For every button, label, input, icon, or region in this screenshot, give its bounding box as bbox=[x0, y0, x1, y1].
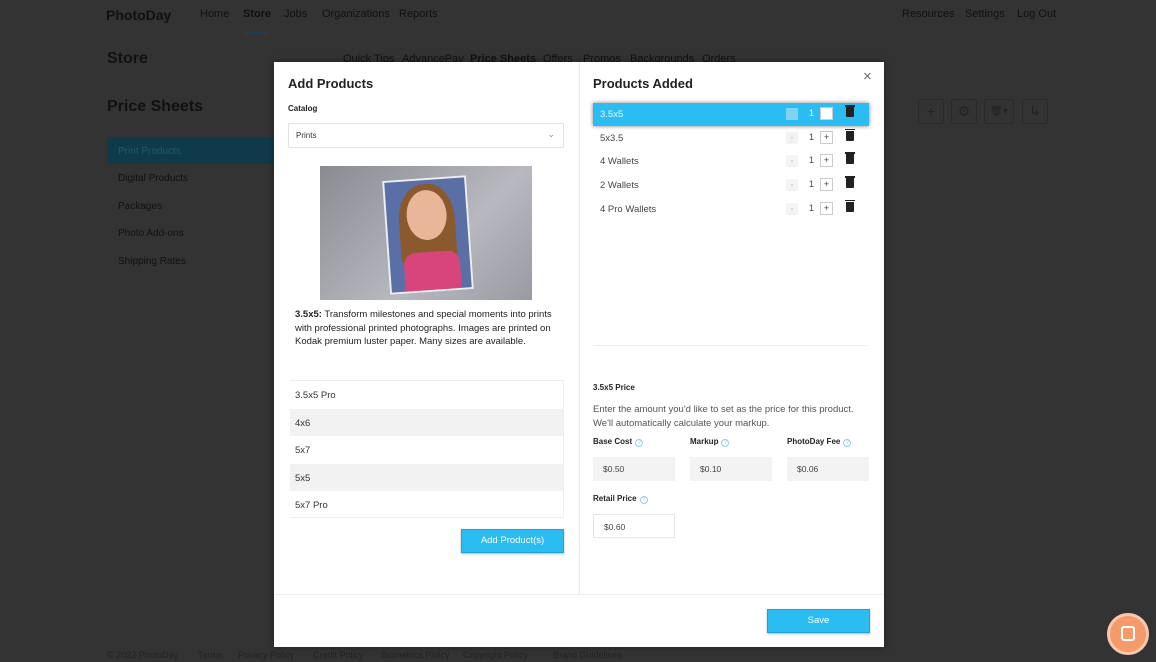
footer-copyright: © 2022 PhotoDay bbox=[107, 650, 179, 660]
catalog-label: Catalog bbox=[288, 104, 318, 113]
nav-reports[interactable]: Reports bbox=[399, 8, 438, 20]
list-item[interactable]: 5x5 bbox=[290, 463, 563, 491]
add-products-title: Add Products bbox=[288, 76, 374, 91]
footer-privacy[interactable]: Privacy Policy bbox=[238, 650, 294, 660]
chevron-down-icon: ⌄ bbox=[547, 129, 555, 139]
add-products-modal: Add Products Catalog Prints ⌄ 3.5x5: Tra… bbox=[274, 62, 884, 647]
nav-settings[interactable]: Settings bbox=[965, 8, 1005, 20]
increment-button[interactable]: + bbox=[820, 178, 833, 192]
section-title: Price Sheets bbox=[107, 98, 204, 115]
markup-label: Markup bbox=[690, 437, 719, 446]
nav-logout[interactable]: Log Out bbox=[1017, 8, 1056, 20]
trash-icon[interactable] bbox=[845, 199, 855, 212]
save-button[interactable]: Save bbox=[767, 609, 870, 633]
logo[interactable]: PhotoDay bbox=[106, 7, 171, 23]
decrement-button[interactable]: - bbox=[786, 202, 798, 215]
product-description: 3.5x5: Transform milestones and special … bbox=[295, 309, 552, 347]
sidebar-item-packages[interactable]: Packages bbox=[107, 192, 273, 219]
add-products-button[interactable]: Add Product(s) bbox=[461, 529, 564, 553]
decrement-button[interactable]: - bbox=[786, 108, 798, 120]
added-product-row[interactable]: 5x3.5 -1 + bbox=[593, 127, 869, 150]
trash-icon: 🗑▾ bbox=[990, 106, 1008, 117]
list-item[interactable]: 5x7 Pro bbox=[290, 491, 563, 519]
help-icon[interactable]: ? bbox=[639, 496, 648, 504]
sidebar-item-photo-add-ons[interactable]: Photo Add-ons bbox=[107, 219, 273, 246]
trash-icon[interactable] bbox=[845, 105, 855, 117]
sidebar-item-print-products[interactable]: Print Products bbox=[107, 137, 273, 164]
product-name: 5x3.5 bbox=[600, 132, 624, 144]
chat-icon bbox=[1121, 626, 1135, 641]
page-title: Store bbox=[107, 50, 148, 67]
quantity: 1 bbox=[809, 179, 815, 190]
product-name: 4 Wallets bbox=[600, 156, 639, 168]
nav-home[interactable]: Home bbox=[200, 8, 229, 20]
help-icon[interactable]: ? bbox=[721, 439, 730, 447]
chat-launcher[interactable] bbox=[1107, 613, 1149, 655]
nav-organizations[interactable]: Organizations bbox=[322, 8, 390, 20]
help-icon[interactable]: ? bbox=[843, 439, 852, 447]
product-image bbox=[320, 166, 532, 300]
divider bbox=[593, 345, 867, 346]
settings-button[interactable]: ⚙ bbox=[951, 99, 977, 124]
increment-button[interactable]: + bbox=[820, 107, 833, 120]
quantity: 1 bbox=[809, 131, 815, 142]
list-item[interactable]: 5x7 bbox=[290, 436, 563, 464]
increment-button[interactable]: + bbox=[820, 154, 833, 168]
base-cost-label: Base Cost bbox=[593, 437, 633, 446]
increment-button[interactable]: + bbox=[820, 201, 833, 215]
export-icon: ↳ bbox=[1029, 103, 1041, 119]
price-title: 3.5x5 Price bbox=[593, 383, 635, 392]
decrement-button[interactable]: - bbox=[786, 131, 798, 144]
product-list[interactable]: 3.5x5 Pro 4x6 5x7 5x5 5x7 Pro bbox=[290, 380, 564, 518]
trash-icon[interactable] bbox=[845, 128, 855, 141]
active-underline bbox=[245, 32, 267, 34]
added-product-row[interactable]: 4 Wallets -1 + bbox=[593, 150, 869, 173]
product-name: 4 Pro Wallets bbox=[600, 203, 657, 215]
catalog-value: Prints bbox=[296, 131, 317, 140]
footer-brand[interactable]: Brand Guidelines bbox=[553, 650, 622, 660]
gear-icon: ⚙ bbox=[957, 103, 971, 119]
product-name: 3.5x5 bbox=[600, 109, 624, 120]
footer-divider bbox=[274, 594, 884, 595]
nav-jobs[interactable]: Jobs bbox=[284, 8, 307, 20]
markup-field: $0.10 bbox=[690, 457, 772, 481]
photoday-fee-field: $0.06 bbox=[787, 457, 869, 481]
add-button[interactable]: + bbox=[918, 99, 944, 124]
footer-credit[interactable]: Credit Policy bbox=[313, 650, 364, 660]
quantity: 1 bbox=[809, 202, 815, 213]
nav-store[interactable]: Store bbox=[243, 8, 271, 20]
increment-button[interactable]: + bbox=[820, 130, 833, 144]
list-item[interactable]: 3.5x5 Pro bbox=[290, 381, 563, 409]
decrement-button[interactable]: - bbox=[786, 179, 798, 192]
nav-resources[interactable]: Resources bbox=[902, 8, 955, 20]
footer-copyright-policy[interactable]: Copyright Policy bbox=[463, 650, 528, 660]
close-icon[interactable]: × bbox=[863, 68, 872, 85]
base-cost-field: $0.50 bbox=[593, 457, 675, 481]
sidebar-item-shipping-rates[interactable]: Shipping Rates bbox=[107, 247, 273, 274]
footer-terms[interactable]: Terms bbox=[198, 650, 223, 660]
added-product-row[interactable]: 3.5x5 - 1 + bbox=[593, 103, 869, 126]
photoday-fee-label: PhotoDay Fee bbox=[787, 437, 841, 446]
sidebar-item-digital-products[interactable]: Digital Products bbox=[107, 164, 273, 191]
added-product-row[interactable]: 2 Wallets -1 + bbox=[593, 174, 869, 197]
product-name: 2 Wallets bbox=[600, 180, 639, 192]
decrement-button[interactable]: - bbox=[786, 155, 798, 168]
catalog-select[interactable]: Prints ⌄ bbox=[288, 123, 564, 148]
retail-price-input[interactable]: $0.60 bbox=[593, 514, 675, 538]
trash-icon[interactable] bbox=[845, 152, 855, 165]
delete-dropdown-button[interactable]: 🗑▾ bbox=[984, 99, 1014, 124]
quantity: 1 bbox=[809, 108, 815, 118]
help-icon[interactable]: ? bbox=[635, 439, 644, 447]
quantity: 1 bbox=[809, 155, 815, 166]
plus-icon: + bbox=[926, 103, 936, 119]
trash-icon[interactable] bbox=[845, 176, 855, 189]
products-added-title: Products Added bbox=[593, 76, 693, 91]
column-divider bbox=[579, 62, 580, 594]
list-item[interactable]: 4x6 bbox=[290, 408, 563, 436]
retail-price-label: Retail Price bbox=[593, 494, 637, 503]
price-description: Enter the amount you'd like to set as th… bbox=[593, 404, 854, 429]
export-button[interactable]: ↳ bbox=[1022, 99, 1048, 124]
added-product-row[interactable]: 4 Pro Wallets -1 + bbox=[593, 198, 869, 221]
footer-biometrics[interactable]: Biometrics Policy bbox=[381, 650, 450, 660]
